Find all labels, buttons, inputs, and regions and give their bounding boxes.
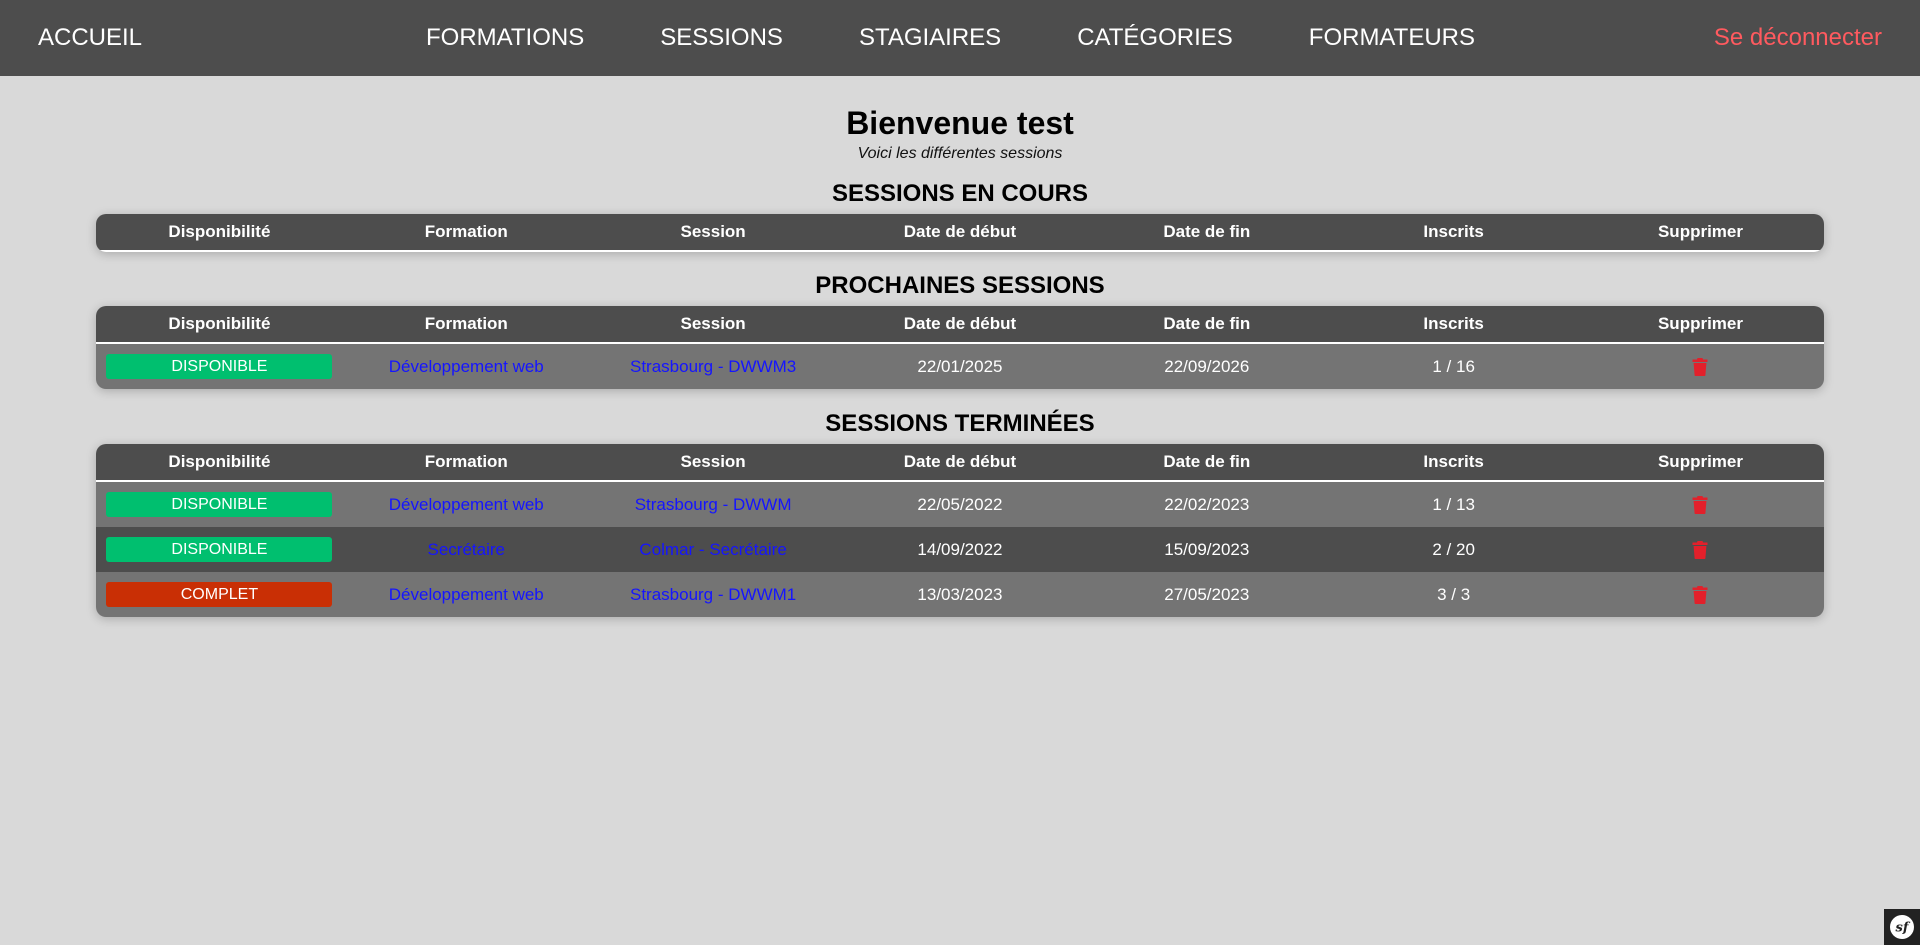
trash-icon[interactable] bbox=[1692, 540, 1708, 559]
column-header: Disponibilité bbox=[168, 452, 271, 471]
column-header: Session bbox=[680, 452, 746, 471]
nav-sessions-link[interactable]: SESSIONS bbox=[660, 0, 783, 76]
session-link[interactable]: Strasbourg - DWWM bbox=[635, 495, 792, 515]
end-date-cell: 22/09/2026 bbox=[1164, 356, 1250, 376]
column-header: Supprimer bbox=[1657, 222, 1743, 241]
trash-icon[interactable] bbox=[1692, 585, 1708, 604]
trash-icon[interactable] bbox=[1692, 495, 1708, 514]
session-row: COMPLET Développement web Strasbourg - DWW… bbox=[96, 572, 1824, 617]
column-header: Date de fin bbox=[1163, 222, 1251, 241]
session-link[interactable]: Colmar - Secrétaire bbox=[639, 540, 786, 560]
formation-link[interactable]: Développement web bbox=[389, 357, 544, 377]
current-sessions-table: Disponibilité Formation Session Date de déb… bbox=[96, 214, 1824, 252]
formation-cell: Développement web bbox=[343, 585, 590, 605]
start-date-cell: 22/01/2025 bbox=[917, 356, 1003, 376]
column-header: Date de fin bbox=[1163, 452, 1251, 471]
status-badge: DISPONIBLE bbox=[106, 354, 333, 379]
table-header: Disponibilité Formation Session Date de déb… bbox=[96, 306, 1824, 344]
table-header: Disponibilité Formation Session Date de déb… bbox=[96, 444, 1824, 482]
session-row: DISPONIBLE Secrétaire Colmar - Secrétaire 1… bbox=[96, 527, 1824, 572]
end-date-cell: 22/02/2023 bbox=[1164, 494, 1250, 514]
logout-link[interactable]: Se déconnecter bbox=[1714, 0, 1882, 76]
column-header: Date de début bbox=[903, 314, 1017, 333]
formation-cell: Secrétaire bbox=[343, 540, 590, 560]
column-header: Session bbox=[680, 222, 746, 241]
session-link[interactable]: Strasbourg - DWWM3 bbox=[630, 357, 796, 377]
delete-cell bbox=[1577, 357, 1824, 376]
column-header: Inscrits bbox=[1423, 314, 1484, 333]
delete-cell bbox=[1577, 540, 1824, 559]
status-badge: DISPONIBLE bbox=[106, 492, 333, 517]
column-header: Supprimer bbox=[1657, 452, 1743, 471]
delete-cell bbox=[1577, 495, 1824, 514]
nav-categories-link[interactable]: CATÉGORIES bbox=[1077, 0, 1233, 76]
column-header: Disponibilité bbox=[168, 314, 271, 333]
session-cell: Strasbourg - DWWM3 bbox=[590, 357, 837, 377]
session-cell: Strasbourg - DWWM bbox=[590, 495, 837, 515]
session-cell: Strasbourg - DWWM1 bbox=[590, 585, 837, 605]
table-header: Disponibilité Formation Session Date de déb… bbox=[96, 214, 1824, 252]
nav-home-link[interactable]: ACCUEIL bbox=[38, 0, 142, 76]
column-header: Date de fin bbox=[1163, 314, 1251, 333]
nav-stagiaires-link[interactable]: STAGIAIRES bbox=[859, 0, 1001, 76]
session-link[interactable]: Strasbourg - DWWM1 bbox=[630, 585, 796, 605]
enrolled-cell: 3 / 3 bbox=[1437, 584, 1471, 604]
column-header: Formation bbox=[424, 314, 508, 333]
page-title: Bienvenue test bbox=[846, 105, 1074, 141]
column-header: Disponibilité bbox=[168, 222, 271, 241]
status-badge: COMPLET bbox=[106, 582, 333, 607]
trash-icon[interactable] bbox=[1692, 357, 1708, 376]
column-header: Supprimer bbox=[1657, 314, 1743, 333]
start-date-cell: 22/05/2022 bbox=[917, 494, 1003, 514]
enrolled-cell: 1 / 13 bbox=[1432, 494, 1475, 514]
upcoming-sessions-title: PROCHAINES SESSIONS bbox=[815, 272, 1105, 299]
column-header: Inscrits bbox=[1423, 222, 1484, 241]
status-badge: DISPONIBLE bbox=[106, 537, 333, 562]
column-header: Inscrits bbox=[1423, 452, 1484, 471]
column-header: Formation bbox=[424, 222, 508, 241]
formation-link[interactable]: Développement web bbox=[389, 495, 544, 515]
symfony-toolbar-toggle[interactable]: sf bbox=[1884, 909, 1920, 945]
availability-cell: COMPLET bbox=[96, 582, 343, 607]
delete-cell bbox=[1577, 585, 1824, 604]
nav-main-links: FORMATIONS SESSIONS STAGIAIRES CATÉGORIE… bbox=[426, 0, 1551, 76]
nav-formations-link[interactable]: FORMATIONS bbox=[426, 0, 584, 76]
session-row: DISPONIBLE Développement web Strasbourg - … bbox=[96, 482, 1824, 527]
formation-cell: Développement web bbox=[343, 495, 590, 515]
enrolled-cell: 1 / 16 bbox=[1432, 356, 1475, 376]
symfony-logo-icon: sf bbox=[1890, 915, 1914, 939]
column-header: Formation bbox=[424, 452, 508, 471]
end-date-cell: 15/09/2023 bbox=[1164, 539, 1250, 559]
formation-link[interactable]: Développement web bbox=[389, 585, 544, 605]
end-date-cell: 27/05/2023 bbox=[1164, 584, 1250, 604]
session-row: DISPONIBLE Développement web Strasbourg - … bbox=[96, 344, 1824, 389]
finished-sessions-title: SESSIONS TERMINÉES bbox=[825, 410, 1095, 437]
nav-formateurs-link[interactable]: FORMATEURS bbox=[1309, 0, 1475, 76]
availability-cell: DISPONIBLE bbox=[96, 492, 343, 517]
formation-cell: Développement web bbox=[343, 357, 590, 377]
formation-link[interactable]: Secrétaire bbox=[428, 540, 505, 560]
availability-cell: DISPONIBLE bbox=[96, 537, 343, 562]
session-cell: Colmar - Secrétaire bbox=[590, 540, 837, 560]
column-header: Session bbox=[680, 314, 746, 333]
upcoming-sessions-table: Disponibilité Formation Session Date de déb… bbox=[96, 306, 1824, 389]
column-header: Date de début bbox=[903, 452, 1017, 471]
finished-sessions-table: Disponibilité Formation Session Date de déb… bbox=[96, 444, 1824, 617]
start-date-cell: 14/09/2022 bbox=[917, 539, 1003, 559]
top-navbar: ACCUEIL FORMATIONS SESSIONS STAGIAIRES C… bbox=[0, 0, 1920, 76]
availability-cell: DISPONIBLE bbox=[96, 354, 343, 379]
current-sessions-title: SESSIONS EN COURS bbox=[831, 180, 1089, 207]
page-header: Bienvenue test Voici les différentes ses… bbox=[0, 104, 1920, 164]
page-subtitle: Voici les différentes sessions bbox=[857, 145, 1063, 162]
column-header: Date de début bbox=[903, 222, 1017, 241]
start-date-cell: 13/03/2023 bbox=[917, 584, 1003, 604]
enrolled-cell: 2 / 20 bbox=[1432, 539, 1475, 559]
